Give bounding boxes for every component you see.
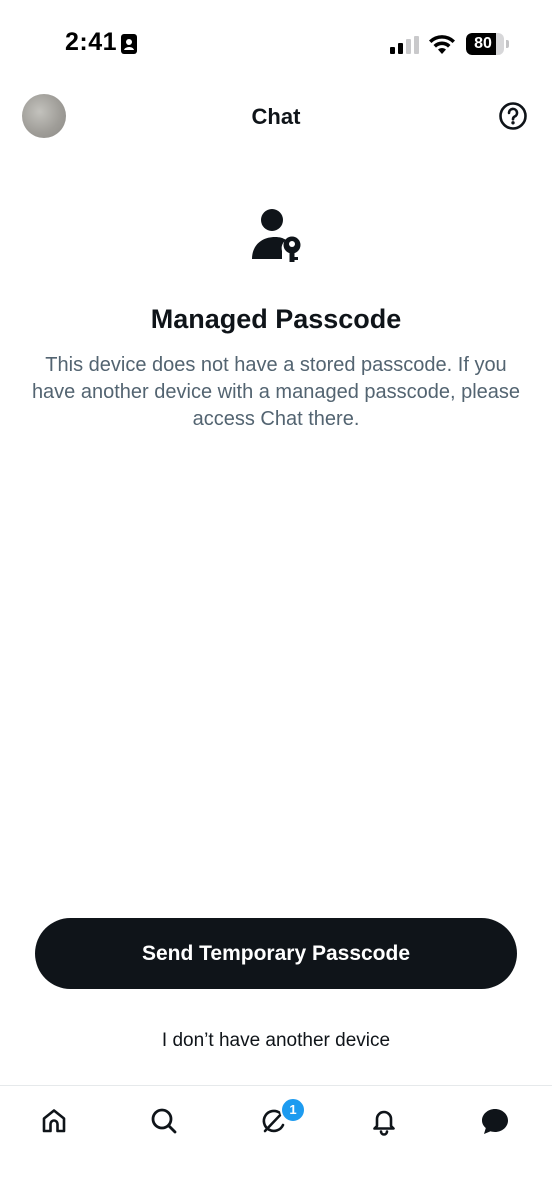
send-temporary-passcode-button[interactable]: Send Temporary Passcode bbox=[35, 918, 517, 989]
cellular-signal-icon bbox=[390, 36, 419, 54]
managed-passcode-description: This device does not have a stored passc… bbox=[31, 354, 521, 430]
tab-home[interactable] bbox=[34, 1101, 74, 1141]
tab-messages[interactable] bbox=[475, 1101, 515, 1141]
no-other-device-link[interactable]: I don’t have another device bbox=[0, 1030, 552, 1052]
top-header: Chat bbox=[0, 90, 552, 145]
search-icon bbox=[151, 1108, 177, 1134]
status-time: 2:41 bbox=[65, 28, 118, 56]
bell-icon bbox=[373, 1110, 395, 1136]
battery-percent: 80 bbox=[474, 35, 492, 52]
focus-mode-icon bbox=[121, 34, 137, 54]
home-icon bbox=[42, 1109, 66, 1133]
notification-badge: 1 bbox=[280, 1097, 306, 1123]
user-key-icon bbox=[252, 209, 301, 262]
page-title: Chat bbox=[251, 104, 301, 129]
status-bar: 2:41 80 bbox=[0, 0, 552, 90]
help-icon[interactable] bbox=[497, 100, 529, 132]
tab-notifications[interactable] bbox=[364, 1101, 404, 1141]
bottom-tab-bar bbox=[0, 1085, 552, 1200]
tab-search[interactable] bbox=[144, 1101, 184, 1141]
chat-bubble-icon bbox=[482, 1109, 508, 1134]
managed-passcode-title: Managed Passcode bbox=[150, 304, 402, 334]
battery-indicator: 80 bbox=[466, 33, 510, 55]
wifi-icon bbox=[429, 35, 455, 54]
chat-passcode-screen: 2:41 80 Chat Managed Passcode This devic… bbox=[0, 0, 552, 1200]
